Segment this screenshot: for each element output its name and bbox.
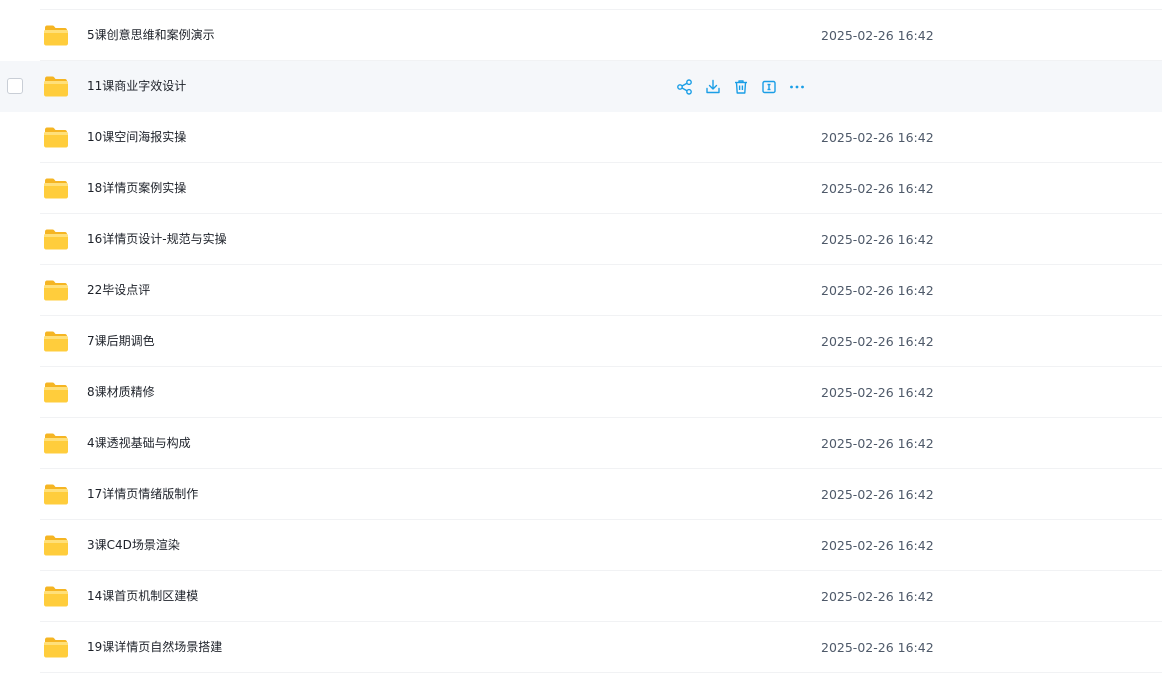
file-row[interactable]: 4课透视基础与构成 2025-02-26 16:42 xyxy=(0,418,1162,469)
modified-time: 2025-02-26 16:42 xyxy=(821,436,934,451)
rename-icon[interactable] xyxy=(759,77,779,97)
file-name[interactable]: 10课空间海报实操 xyxy=(87,112,186,163)
modified-time: 2025-02-26 16:42 xyxy=(821,538,934,553)
modified-time: 2025-02-26 16:42 xyxy=(821,385,934,400)
download-icon[interactable] xyxy=(703,77,723,97)
file-list: 5课创意思维和案例演示 2025-02-26 16:42 11课商业字效设计 1… xyxy=(0,0,1162,682)
modified-time: 2025-02-26 16:42 xyxy=(821,28,934,43)
folder-icon xyxy=(43,534,69,556)
folder-icon xyxy=(43,177,69,199)
file-name[interactable]: 19课详情页自然场景搭建 xyxy=(87,622,222,673)
row-checkbox[interactable] xyxy=(7,78,23,94)
folder-icon xyxy=(43,483,69,505)
folder-icon xyxy=(43,228,69,250)
file-row[interactable]: 11课商业字效设计 xyxy=(0,61,1162,112)
folder-icon xyxy=(43,75,69,97)
file-row[interactable]: 18详情页案例实操 2025-02-26 16:42 xyxy=(0,163,1162,214)
file-row[interactable]: 16详情页设计-规范与实操 2025-02-26 16:42 xyxy=(0,214,1162,265)
share-icon[interactable] xyxy=(675,77,695,97)
file-name[interactable]: 7课后期调色 xyxy=(87,316,155,367)
modified-time: 2025-02-26 16:42 xyxy=(821,283,934,298)
delete-icon[interactable] xyxy=(731,77,751,97)
folder-icon xyxy=(43,381,69,403)
row-divider xyxy=(40,672,1162,673)
file-name[interactable]: 3课C4D场景渲染 xyxy=(87,520,180,571)
file-name[interactable]: 17详情页情绪版制作 xyxy=(87,469,198,520)
modified-time: 2025-02-26 16:42 xyxy=(821,334,934,349)
file-name[interactable]: 11课商业字效设计 xyxy=(87,61,186,112)
folder-icon xyxy=(43,126,69,148)
file-row[interactable]: 8课材质精修 2025-02-26 16:42 xyxy=(0,367,1162,418)
file-name[interactable]: 4课透视基础与构成 xyxy=(87,418,191,469)
modified-time: 2025-02-26 16:42 xyxy=(821,232,934,247)
modified-time: 2025-02-26 16:42 xyxy=(821,130,934,145)
file-name[interactable]: 18详情页案例实操 xyxy=(87,163,186,214)
modified-time: 2025-02-26 16:42 xyxy=(821,589,934,604)
file-row[interactable]: 7课后期调色 2025-02-26 16:42 xyxy=(0,316,1162,367)
file-row[interactable]: 22毕设点评 2025-02-26 16:42 xyxy=(0,265,1162,316)
folder-icon xyxy=(43,636,69,658)
modified-time: 2025-02-26 16:42 xyxy=(821,487,934,502)
file-row[interactable]: 5课创意思维和案例演示 2025-02-26 16:42 xyxy=(0,10,1162,61)
file-row[interactable]: 10课空间海报实操 2025-02-26 16:42 xyxy=(0,112,1162,163)
modified-time: 2025-02-26 16:42 xyxy=(821,181,934,196)
file-name[interactable]: 16详情页设计-规范与实操 xyxy=(87,214,227,265)
folder-icon xyxy=(43,585,69,607)
folder-icon xyxy=(43,24,69,46)
folder-icon xyxy=(43,330,69,352)
file-name[interactable]: 8课材质精修 xyxy=(87,367,155,418)
file-name[interactable]: 22毕设点评 xyxy=(87,265,150,316)
file-row[interactable]: 19课详情页自然场景搭建 2025-02-26 16:42 xyxy=(0,622,1162,673)
folder-icon xyxy=(43,279,69,301)
file-row[interactable]: 14课首页机制区建模 2025-02-26 16:42 xyxy=(0,571,1162,622)
folder-icon xyxy=(43,432,69,454)
more-icon[interactable] xyxy=(787,77,807,97)
file-row[interactable]: 3课C4D场景渲染 2025-02-26 16:42 xyxy=(0,520,1162,571)
modified-time: 2025-02-26 16:42 xyxy=(821,640,934,655)
file-name[interactable]: 5课创意思维和案例演示 xyxy=(87,10,215,61)
file-row[interactable]: 17详情页情绪版制作 2025-02-26 16:42 xyxy=(0,469,1162,520)
file-name[interactable]: 14课首页机制区建模 xyxy=(87,571,198,622)
